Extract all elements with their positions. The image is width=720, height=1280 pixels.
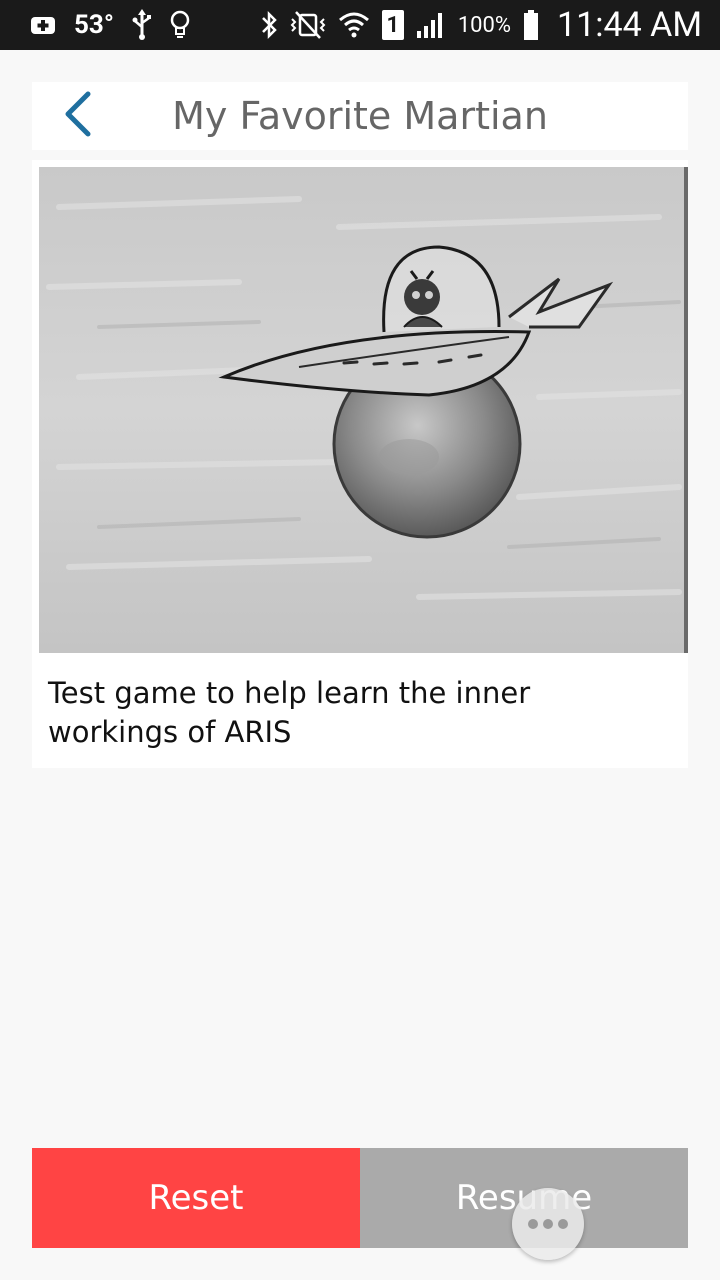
game-image (39, 167, 688, 653)
clock-text: 11:44 AM (557, 5, 702, 45)
battery-icon (523, 9, 539, 41)
status-bar: 53° 1 100% 11:44 AM (0, 0, 720, 50)
signal-icon (416, 11, 446, 39)
more-options-button[interactable] (512, 1188, 584, 1260)
page-title: My Favorite Martian (172, 94, 548, 138)
game-detail-card: Test game to help learn the inner workin… (32, 160, 688, 768)
header-card: My Favorite Martian (32, 82, 688, 150)
status-bar-left: 53° (30, 9, 190, 41)
status-bar-right: 1 100% 11:44 AM (260, 5, 702, 45)
more-horizontal-icon (528, 1219, 538, 1229)
add-box-icon (30, 14, 56, 36)
lightbulb-icon (170, 10, 190, 40)
reset-button[interactable]: Reset (32, 1148, 360, 1248)
game-description: Test game to help learn the inner workin… (48, 676, 531, 749)
usb-icon (132, 9, 152, 41)
battery-percent-text: 100% (457, 12, 512, 38)
more-horizontal-icon (558, 1219, 568, 1229)
action-button-bar: Reset Resume (32, 1148, 688, 1248)
bluetooth-icon (260, 10, 278, 40)
more-horizontal-icon (543, 1219, 553, 1229)
temperature-text: 53° (74, 10, 114, 40)
wifi-icon (338, 10, 370, 40)
vibrate-off-icon (290, 10, 326, 40)
sim-card-icon: 1 (381, 10, 404, 40)
